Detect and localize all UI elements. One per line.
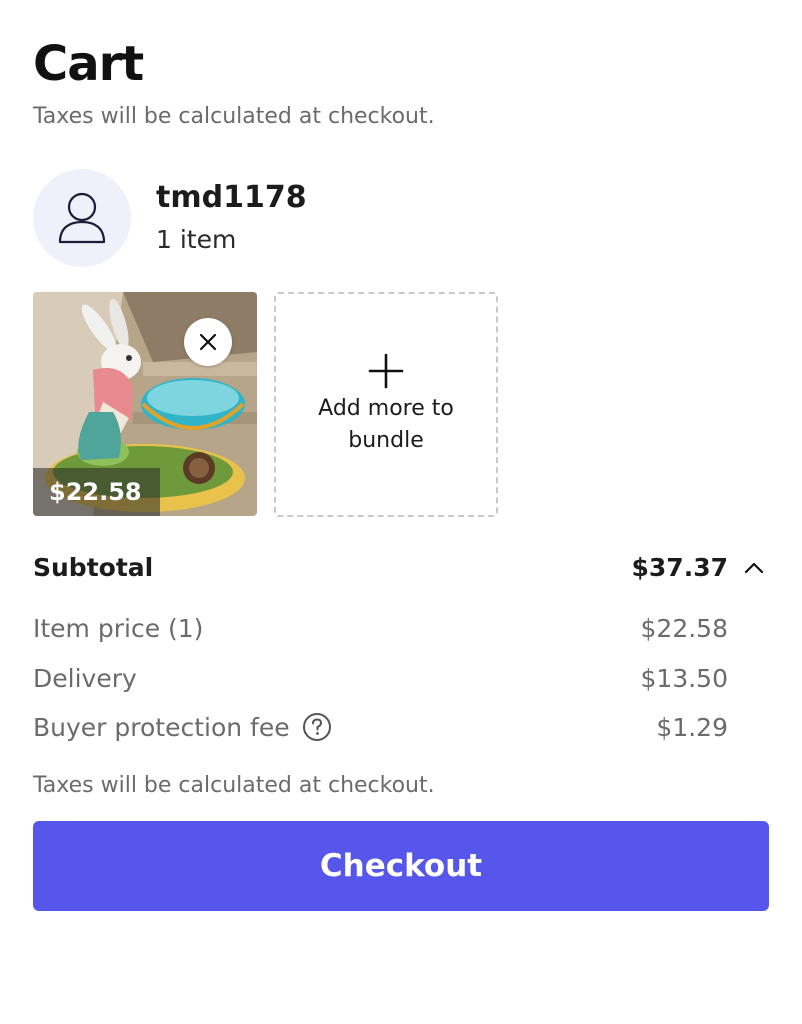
buyer-protection-value: $1.29 [656, 712, 728, 742]
buyer-protection-row: Buyer protection fee $1.29 [33, 712, 728, 742]
item-count: 1 item [156, 225, 237, 254]
seller-name[interactable]: tmd1178 [156, 180, 307, 215]
checkout-button[interactable]: Checkout [33, 821, 769, 911]
seller-avatar[interactable] [33, 169, 131, 267]
subtotal-value: $37.37 [631, 553, 728, 582]
buyer-protection-text: Buyer protection fee [33, 712, 290, 742]
remove-item-button[interactable] [184, 318, 232, 366]
item-price-value: $22.58 [640, 614, 728, 643]
close-icon [199, 333, 217, 351]
page-title: Cart [33, 36, 144, 92]
question-circle-icon [302, 713, 331, 741]
subtotal-label: Subtotal [33, 553, 154, 582]
subtotal-row[interactable]: Subtotal $37.37 [33, 553, 764, 582]
bundle-item-thumbnail[interactable]: $22.58 [33, 292, 257, 516]
item-price-label: Item price (1) [33, 614, 204, 643]
chevron-up-icon[interactable] [744, 562, 764, 574]
tax-note: Taxes will be calculated at checkout. [33, 104, 435, 129]
user-outline-icon [58, 192, 106, 244]
add-more-label: Add more to bundle [318, 395, 454, 453]
summary-tax-note: Taxes will be calculated at checkout. [33, 773, 435, 798]
buyer-protection-help-button[interactable] [302, 712, 332, 742]
delivery-label: Delivery [33, 664, 137, 693]
item-price-row: Item price (1) $22.58 [33, 614, 728, 643]
add-more-to-bundle-button[interactable]: Add more to bundle [274, 292, 498, 517]
plus-icon [368, 353, 404, 388]
buyer-protection-label: Buyer protection fee [33, 712, 332, 742]
delivery-value: $13.50 [640, 664, 728, 693]
item-price-badge: $22.58 [33, 468, 160, 516]
delivery-row: Delivery $13.50 [33, 664, 728, 693]
